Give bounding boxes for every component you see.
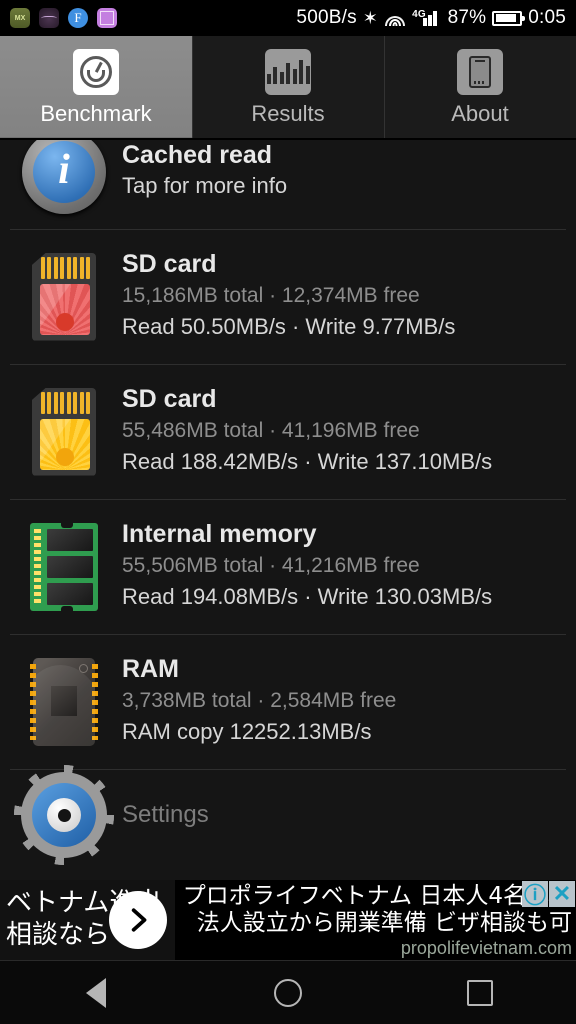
benchmark-list[interactable]: i Cached read Tap for more info SD card … xyxy=(0,140,576,880)
bluetooth-icon: ✶ xyxy=(362,8,379,28)
network-type-label: 4G xyxy=(412,9,426,20)
ad-subheadline: 法人設立から開業準備 ビザ相談も可 xyxy=(196,909,572,936)
ad-url: propolifevietnam.com xyxy=(400,937,572,958)
facebook-icon xyxy=(68,8,88,28)
item-speeds: Read 194.08MB/s · Write 130.03MB/s xyxy=(122,584,493,610)
list-item-internal-memory[interactable]: Internal memory 55,506MB total · 41,216M… xyxy=(0,499,576,634)
tab-benchmark-label: Benchmark xyxy=(40,101,152,126)
cellular-signal-icon: 4G xyxy=(412,9,442,26)
ad-right-panel[interactable]: プロポライフベトナム 日本人4名体制 法人設立から開業準備 ビザ相談も可 pro… xyxy=(174,880,576,960)
item-title: RAM xyxy=(122,655,179,684)
chevron-right-icon[interactable] xyxy=(108,891,167,949)
ad-left-panel[interactable]: ベトナム進出 相談なら » xyxy=(0,880,175,960)
item-capacity: 55,506MB total · 41,216MB free xyxy=(122,553,420,577)
status-bar-system-icons: 500B/s ✶ 4G 87% 0:05 xyxy=(296,0,566,36)
item-capacity: 55,486MB total · 41,196MB free xyxy=(122,418,420,442)
tab-results[interactable]: Results xyxy=(192,36,384,140)
tab-benchmark[interactable]: Benchmark xyxy=(0,36,192,140)
item-title: SD card xyxy=(122,250,217,279)
item-capacity: 15,186MB total · 12,374MB free xyxy=(122,283,420,307)
item-speeds: Read 50.50MB/s · Write 9.77MB/s xyxy=(122,314,456,340)
list-item-settings[interactable]: Settings xyxy=(0,765,576,865)
phone-icon xyxy=(457,49,503,95)
status-bar: 500B/s ✶ 4G 87% 0:05 xyxy=(0,0,576,36)
battery-icon xyxy=(492,10,526,26)
ram-chip-icon xyxy=(18,652,110,752)
info-icon: i xyxy=(18,140,110,222)
ad-badges: ⓘ ✕ xyxy=(522,881,575,908)
gear-eye-icon xyxy=(14,765,114,865)
nav-recents-button[interactable] xyxy=(435,961,525,1024)
item-capacity: 3,738MB total · 2,584MB free xyxy=(122,688,397,712)
tab-results-label: Results xyxy=(251,101,325,126)
advertisement-banner[interactable]: ベトナム進出 相談なら » プロポライフベトナム 日本人4名体制 法人設立から開… xyxy=(0,880,576,960)
nav-home-button[interactable] xyxy=(243,961,333,1024)
back-icon xyxy=(86,977,106,1008)
settings-label: Settings xyxy=(122,801,209,828)
app-root: 500B/s ✶ 4G 87% 0:05 Benchmark Results A… xyxy=(0,0,576,1024)
network-speed-label: 500B/s xyxy=(296,7,357,28)
audio-wave-icon xyxy=(39,8,59,28)
home-icon xyxy=(274,978,302,1007)
ad-info-icon[interactable]: ⓘ xyxy=(522,881,548,908)
list-item-ram[interactable]: RAM 3,738MB total · 2,584MB free RAM cop… xyxy=(0,634,576,769)
cached-read-subtitle: Tap for more info xyxy=(122,173,288,199)
gauge-icon xyxy=(73,49,119,95)
clock-label: 0:05 xyxy=(528,7,566,28)
item-speeds: RAM copy 12252.13MB/s xyxy=(122,719,372,745)
bar-chart-icon xyxy=(265,49,311,95)
wifi-icon xyxy=(384,10,406,26)
tab-about-label: About xyxy=(451,101,509,126)
ad-close-icon[interactable]: ✕ xyxy=(549,881,575,907)
nav-back-button[interactable] xyxy=(51,961,141,1024)
mx-player-icon xyxy=(10,8,30,28)
sd-card-red-icon xyxy=(18,247,110,347)
recents-icon xyxy=(467,979,493,1006)
sd-card-yellow-icon xyxy=(18,382,110,482)
item-speeds: Read 188.42MB/s · Write 137.10MB/s xyxy=(122,449,493,475)
list-item-cached-read[interactable]: i Cached read Tap for more info xyxy=(0,140,576,229)
item-title: Internal memory xyxy=(122,520,317,549)
android-navigation-bar xyxy=(0,960,576,1024)
status-bar-notification-icons xyxy=(10,8,117,28)
memory-chip-icon xyxy=(18,517,110,617)
tab-bar: Benchmark Results About xyxy=(0,36,576,140)
gallery-icon xyxy=(97,8,117,28)
item-title: SD card xyxy=(122,385,217,414)
ad-headline: プロポライフベトナム 日本人4名体制 xyxy=(182,882,572,909)
tab-about[interactable]: About xyxy=(384,36,576,140)
cached-read-title: Cached read xyxy=(122,140,273,169)
list-item-sd-card-1[interactable]: SD card 15,186MB total · 12,374MB free R… xyxy=(0,229,576,364)
battery-percent-label: 87% xyxy=(447,7,487,28)
list-item-sd-card-2[interactable]: SD card 55,486MB total · 41,196MB free R… xyxy=(0,364,576,499)
